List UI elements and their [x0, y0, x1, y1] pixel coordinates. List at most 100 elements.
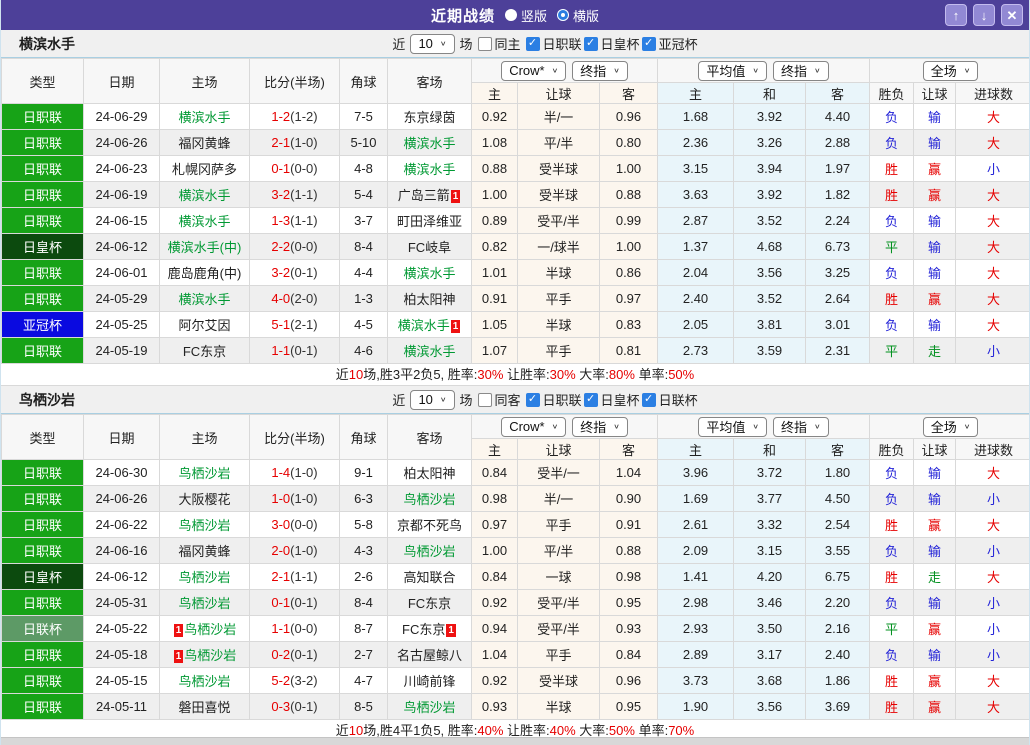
avg-away-odds: 4.40 [805, 103, 871, 130]
crow-away-odds: 0.90 [598, 485, 659, 512]
match-row: 日职联 24-05-29 横滨水手 4-0(2-0) 1-3 柏太阳神 0.91 平手 0.97… [1, 285, 1029, 312]
away-team-name: FC东京 [407, 596, 452, 611]
competition-type: 日职联 [1, 207, 84, 234]
summary-segment: 大率: [575, 367, 609, 382]
summary-segment: 10 [348, 367, 364, 382]
away-team: 柏太阳神 [387, 285, 472, 312]
close-button[interactable]: ✕ [1001, 4, 1023, 26]
crow-home-odds: 0.92 [471, 103, 518, 130]
score-cell: 0-1(0-0) [249, 155, 340, 182]
match-count-select[interactable]: 10 ∨ [410, 389, 455, 410]
result-text: 小 [987, 596, 1001, 611]
crow-handicap: 受半球 [517, 667, 600, 694]
match-date: 24-05-18 [83, 641, 160, 668]
half-time-score: (1-0) [290, 491, 318, 506]
competition-type: 日职联 [1, 155, 84, 182]
page-title: 近期战绩 [430, 7, 495, 25]
home-team-name: 磐田喜悦 [178, 700, 231, 715]
crow-away-odds: 0.83 [598, 311, 659, 338]
home-team: 横滨水手(中) [159, 233, 250, 260]
col-header-home: 主场 [159, 414, 250, 460]
final-index-select[interactable]: 终指 ∨ [572, 416, 628, 437]
avg-away-odds: 2.64 [805, 285, 871, 312]
result-text: 大 [987, 240, 1001, 255]
away-team-name: 东京绿茵 [403, 110, 456, 125]
summary-segment: 单率: [634, 723, 669, 738]
away-team-name: 广岛三箭 [397, 188, 450, 203]
half-time-score: (0-1) [290, 265, 318, 280]
crow-home-odds: 0.84 [471, 459, 518, 486]
avg-home-odds: 1.68 [657, 103, 735, 130]
league-checkbox[interactable]: ✓ 日职联 [525, 34, 582, 53]
result-text: 输 [928, 544, 942, 559]
result-outcome: 负 [869, 129, 915, 156]
result-text: 输 [928, 266, 942, 281]
corner-score: 4-8 [339, 155, 388, 182]
checked-checkbox-icon: ✓ [641, 36, 656, 51]
scope-select[interactable]: 全场 ∨ [922, 416, 979, 437]
competition-type: 日职联 [1, 693, 84, 720]
crow-home-odds: 1.07 [471, 337, 518, 364]
result-text: 负 [885, 214, 899, 229]
result-handicap: 输 [913, 259, 957, 286]
away-team: 鸟栖沙岩 [387, 693, 472, 720]
move-up-button[interactable]: ↑ [945, 4, 967, 26]
subcol-crow-home: 主 [471, 82, 518, 104]
avg-home-odds: 2.40 [657, 285, 735, 312]
result-handicap: 赢 [913, 155, 957, 182]
league-checkbox[interactable]: ✓ 日皇杯 [583, 390, 640, 409]
full-time-score: 0-1 [271, 161, 291, 176]
result-text: 大 [987, 266, 1001, 281]
result-handicap: 输 [913, 233, 957, 260]
checked-checkbox-icon: ✓ [583, 36, 598, 51]
move-down-button[interactable]: ↓ [973, 4, 995, 26]
result-handicap: 走 [913, 563, 957, 590]
away-team-name: 横滨水手 [397, 318, 450, 333]
away-team: 名古屋鲸八 [387, 641, 472, 668]
result-text: 小 [987, 162, 1001, 177]
home-team: 横滨水手 [159, 285, 250, 312]
same-venue-checkbox[interactable]: 同客 [477, 390, 521, 409]
result-text: 胜 [885, 162, 899, 177]
result-handicap: 输 [913, 207, 957, 234]
filter-bar: 近 10 ∨ 场 同主 ✓ 日职联 ✓ 日皇杯 ✓ 亚冠杯 [392, 33, 698, 54]
league-checkbox[interactable]: ✓ 日联杯 [641, 390, 698, 409]
corner-score: 6-3 [339, 485, 388, 512]
scope-select[interactable]: 全场 ∨ [922, 60, 979, 81]
summary-line: 近10场,胜3平2负5, 胜率:30% 让胜率:30% 大率:80% 单率:50… [1, 364, 1029, 386]
competition-type: 日皇杯 [1, 563, 84, 590]
col-header-date: 日期 [83, 414, 160, 460]
final-index-select-2[interactable]: 终指 ∨ [773, 60, 829, 81]
same-venue-checkbox[interactable]: 同主 [477, 34, 521, 53]
bookmaker-select[interactable]: Crow* ∨ [501, 60, 567, 81]
bookmaker-select[interactable]: Crow* ∨ [501, 416, 567, 437]
league-checkbox[interactable]: ✓ 亚冠杯 [641, 34, 698, 53]
layout-radio-vertical[interactable]: 竖版 [504, 6, 547, 25]
match-count-select[interactable]: 10 ∨ [410, 33, 455, 54]
results-table: 类型 日期 主场 比分(半场) 角球 客场 Crow* ∨ 终指 ∨ 平均值 ∨… [1, 414, 1029, 720]
summary-segment: 近 [335, 723, 349, 738]
crow-away-odds: 0.96 [598, 103, 659, 130]
final-index-select[interactable]: 终指 ∨ [572, 60, 628, 81]
average-select[interactable]: 平均值 ∨ [698, 60, 768, 81]
avg-away-odds: 2.54 [805, 511, 871, 538]
avg-draw-odds: 3.26 [733, 129, 807, 156]
away-team-name: 鸟栖沙岩 [403, 492, 456, 507]
crow-home-odds: 1.04 [471, 641, 518, 668]
away-team: 横滨水手 [387, 337, 472, 364]
col-header-score: 比分(半场) [249, 414, 340, 460]
summary-segment: 让胜率: [503, 723, 550, 738]
final-index-select-2[interactable]: 终指 ∨ [773, 416, 829, 437]
average-select[interactable]: 平均值 ∨ [698, 416, 768, 437]
bottom-scrollbar[interactable] [1, 737, 1029, 745]
match-date: 24-06-29 [83, 103, 160, 130]
result-goals: 小 [955, 537, 1029, 564]
league-checkbox[interactable]: ✓ 日皇杯 [583, 34, 640, 53]
home-team-name: 鸟栖沙岩 [184, 622, 237, 637]
layout-radio-horizontal[interactable]: 横版 [557, 6, 599, 25]
match-date: 24-05-31 [83, 589, 160, 616]
result-text: 大 [987, 136, 1001, 151]
col-header-away: 客场 [387, 58, 472, 104]
league-checkbox[interactable]: ✓ 日职联 [525, 390, 582, 409]
result-text: 输 [928, 596, 942, 611]
